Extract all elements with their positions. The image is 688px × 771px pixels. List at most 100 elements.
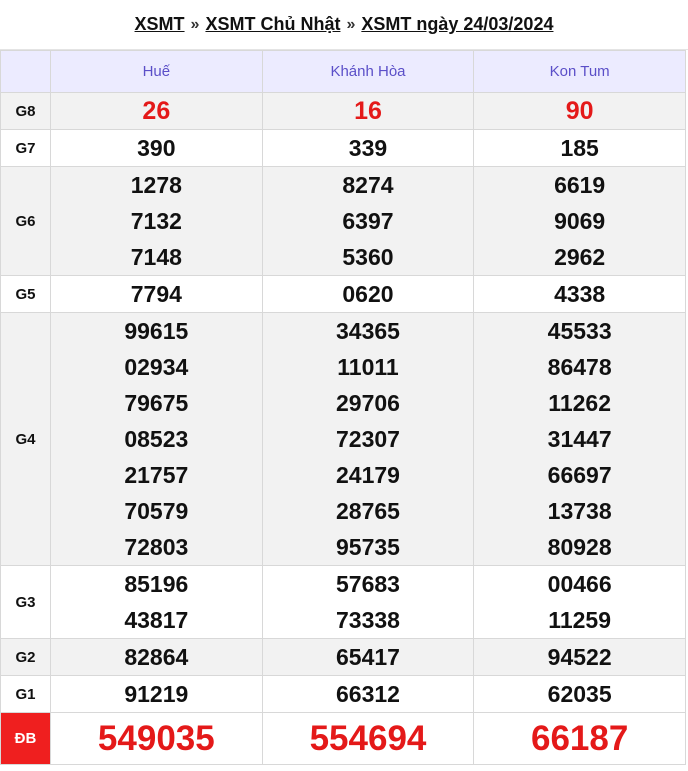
prize-number: 6619 <box>554 172 606 198</box>
prize-cell-g8-province-1: 16 <box>261 92 475 130</box>
prize-number: 7148 <box>130 244 182 270</box>
prize-label-g5: G5 <box>0 275 51 313</box>
prize-cell-g5-province-0: 7794 <box>50 275 263 313</box>
breadcrumb-link-date[interactable]: XSMT ngày 24/03/2024 <box>361 14 553 35</box>
breadcrumb-link-sunday[interactable]: XSMT Chủ Nhật <box>205 14 340 35</box>
prize-number: 66312 <box>336 681 400 707</box>
prize-cell-g2-province-2: 94522 <box>473 638 686 676</box>
prize-number: 185 <box>560 135 599 161</box>
prize-label-g1: G1 <box>0 675 51 713</box>
prize-number: 4338 <box>554 281 606 307</box>
prize-number: 85196 <box>124 571 189 597</box>
prize-cell-g6-province-2: 6619 9069 2962 <box>473 166 686 276</box>
prize-label-g2: G2 <box>0 638 51 676</box>
prize-label-g4: G4 <box>0 312 51 566</box>
prize-cell-g4-province-0: 99615 02934 79675 08523 21757 70579 72803 <box>50 312 263 566</box>
prize-row-g3: G3 85196 43817 57683 73338 00466 11259 <box>0 565 686 639</box>
prize-label-db: ĐB <box>0 712 51 765</box>
prize-cell-db-province-2: 66187 <box>473 712 686 765</box>
breadcrumb-link-xsmt[interactable]: XSMT <box>135 14 185 35</box>
prize-number: 72803 <box>124 534 189 560</box>
prize-number: 73338 <box>336 607 400 633</box>
province-header-kon-tum: Kon Tum <box>473 50 686 93</box>
prize-number: 7794 <box>130 281 182 307</box>
prize-label-g3: G3 <box>0 565 51 639</box>
prize-row-db: ĐB 549035 554694 66187 <box>0 712 686 765</box>
prize-cell-db-province-0: 549035 <box>50 712 263 765</box>
prize-label-g7: G7 <box>0 129 51 167</box>
prize-number: 11259 <box>548 607 611 633</box>
results-page: XSMT » XSMT Chủ Nhật » XSMT ngày 24/03/2… <box>0 0 688 771</box>
prize-number: 95735 <box>336 534 400 560</box>
prize-number: 90 <box>565 97 594 125</box>
prize-cell-g3-province-2: 00466 11259 <box>473 565 686 639</box>
prize-number: 2962 <box>554 244 606 270</box>
breadcrumb: XSMT » XSMT Chủ Nhật » XSMT ngày 24/03/2… <box>0 0 688 50</box>
prize-cell-g2-province-1: 65417 <box>261 638 475 676</box>
prize-cell-g1-province-2: 62035 <box>473 675 686 713</box>
prize-number: 6397 <box>342 208 394 234</box>
prize-number: 82864 <box>124 644 189 670</box>
prize-cell-g5-province-2: 4338 <box>473 275 686 313</box>
prize-number: 79675 <box>124 390 189 416</box>
prize-number: 62035 <box>547 681 612 707</box>
prize-cell-g6-province-1: 8274 6397 5360 <box>261 166 475 276</box>
prize-row-g1: G1 91219 66312 62035 <box>0 675 686 713</box>
prize-cell-db-province-1: 554694 <box>261 712 475 765</box>
prize-row-g8: G8 26 16 90 <box>0 92 686 130</box>
prize-number: 26 <box>142 97 171 125</box>
prize-number: 9069 <box>554 208 606 234</box>
prize-number: 28765 <box>336 498 400 524</box>
prize-cell-g7-province-0: 390 <box>50 129 263 167</box>
prize-number: 24179 <box>336 462 400 488</box>
prize-number: 91219 <box>124 681 189 707</box>
prize-cell-g7-province-2: 185 <box>473 129 686 167</box>
prize-number: 5360 <box>342 244 394 270</box>
prize-number: 21757 <box>124 462 189 488</box>
prize-cell-g4-province-1: 34365 11011 29706 72307 24179 28765 95735 <box>261 312 475 566</box>
prize-row-g2: G2 82864 65417 94522 <box>0 638 686 676</box>
province-header-hue: Huế <box>50 50 263 93</box>
prize-cell-g4-province-2: 45533 86478 11262 31447 66697 13738 80928 <box>473 312 686 566</box>
prize-number: 0620 <box>342 281 394 307</box>
prize-cell-g8-province-2: 90 <box>473 92 686 130</box>
prize-number: 00466 <box>547 571 612 597</box>
prize-row-g4: G4 99615 02934 79675 08523 21757 70579 72803 343… <box>0 312 686 566</box>
prize-number: 02934 <box>124 354 189 380</box>
prize-number: 549035 <box>97 718 215 758</box>
prize-number: 554694 <box>309 718 427 758</box>
prize-row-g5: G5 7794 0620 4338 <box>0 275 686 313</box>
prize-number: 34365 <box>336 318 400 344</box>
prize-cell-g7-province-1: 339 <box>261 129 475 167</box>
prize-number: 66187 <box>530 718 629 758</box>
prize-cell-g3-province-1: 57683 73338 <box>261 565 475 639</box>
prize-number: 94522 <box>547 644 612 670</box>
results-table: Huế Khánh Hòa Kon Tum G8 26 16 90 G7 390 339 18… <box>0 50 686 765</box>
prize-label-g6: G6 <box>0 166 51 276</box>
breadcrumb-separator: » <box>346 15 356 33</box>
prize-number: 11262 <box>548 390 611 416</box>
prize-number: 29706 <box>336 390 400 416</box>
prize-number: 80928 <box>547 534 612 560</box>
prize-number: 390 <box>137 135 176 161</box>
header-row: Huế Khánh Hòa Kon Tum <box>0 50 686 93</box>
prize-number: 13738 <box>547 498 612 524</box>
prize-number: 7132 <box>130 208 182 234</box>
prize-cell-g2-province-0: 82864 <box>50 638 263 676</box>
prize-number: 57683 <box>336 571 400 597</box>
header-corner <box>0 50 51 93</box>
prize-row-g7: G7 390 339 185 <box>0 129 686 167</box>
prize-number: 70579 <box>124 498 189 524</box>
prize-number: 1278 <box>130 172 182 198</box>
prize-cell-g3-province-0: 85196 43817 <box>50 565 263 639</box>
prize-number: 66697 <box>547 462 612 488</box>
prize-number: 86478 <box>547 354 612 380</box>
prize-cell-g1-province-1: 66312 <box>261 675 475 713</box>
prize-number: 99615 <box>124 318 189 344</box>
breadcrumb-separator: » <box>190 15 200 33</box>
prize-cell-g5-province-1: 0620 <box>261 275 475 313</box>
prize-number: 339 <box>348 135 388 161</box>
prize-number: 16 <box>354 97 382 125</box>
prize-cell-g8-province-0: 26 <box>50 92 263 130</box>
prize-label-g8: G8 <box>0 92 51 130</box>
